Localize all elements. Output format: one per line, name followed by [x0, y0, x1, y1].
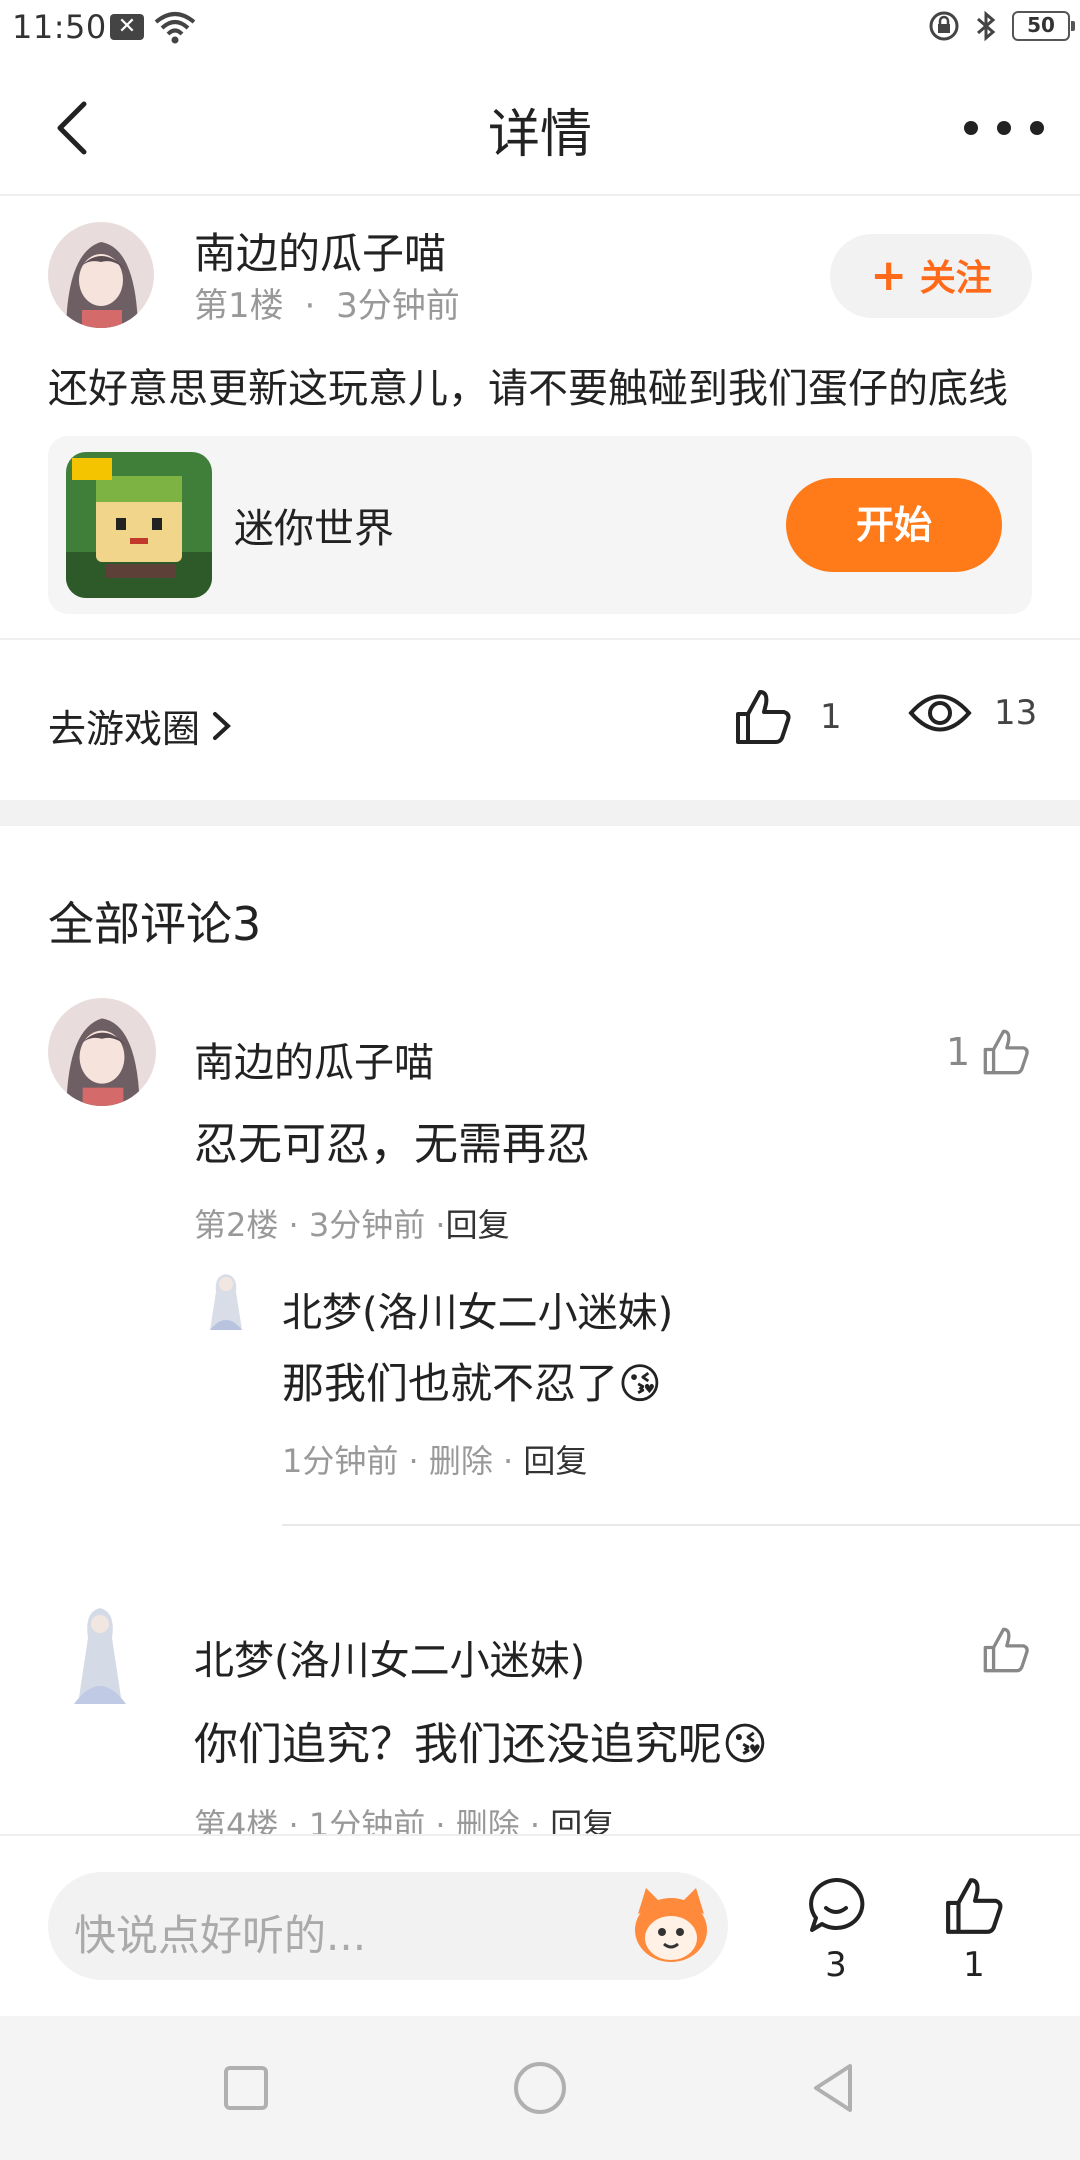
comments-section-title: 全部评论3: [48, 897, 262, 951]
reply-link[interactable]: 回复: [446, 1206, 510, 1244]
goto-game-circle-label: 去游戏圈: [48, 707, 201, 751]
like-button[interactable]: 1: [924, 1876, 1024, 1985]
comment-meta-text: 第2楼 · 3分钟前 ·: [194, 1206, 446, 1244]
comment-avatar[interactable]: [48, 998, 156, 1106]
meta-separator: ·: [304, 286, 316, 326]
page-title: 详情: [487, 105, 592, 165]
post-like-count: 1: [820, 697, 842, 737]
thumbs-up-icon: [736, 690, 791, 744]
comment-like-count: 1: [946, 1030, 971, 1074]
thumbs-up-icon: [983, 1627, 1029, 1673]
comment-input-placeholder: 快说点好听的...: [74, 1911, 367, 1960]
game-card[interactable]: 迷你世界 开始: [48, 436, 1032, 614]
post-time: 3分钟前: [336, 286, 460, 326]
game-name: 迷你世界: [234, 506, 394, 552]
comments-count: 3: [825, 1945, 847, 1985]
kiss-emoji-icon: 😘: [618, 1359, 662, 1408]
lock-rotation-icon: [929, 11, 959, 41]
back-nav-icon[interactable]: [802, 2056, 866, 2120]
follow-button[interactable]: + 关注: [830, 234, 1032, 318]
chevron-right-icon: [213, 711, 231, 740]
follow-label: 关注: [919, 258, 992, 299]
post-view-count-group: 13: [908, 688, 1037, 738]
bluetooth-icon: [977, 10, 996, 42]
post-author-name[interactable]: 南边的瓜子喵: [194, 220, 446, 281]
reply-author-name[interactable]: 北梦(洛川女二小迷妹): [282, 1280, 673, 1338]
comment-like-button[interactable]: 1: [946, 1028, 1030, 1076]
game-icon: [66, 452, 212, 598]
comment-meta: 第2楼 · 3分钟前 ·回复: [194, 1200, 510, 1246]
divider: [282, 1524, 1080, 1526]
header: 详情: [0, 56, 1080, 196]
post-author-avatar[interactable]: [48, 222, 154, 328]
home-icon[interactable]: [508, 2056, 572, 2120]
comment-author-name[interactable]: 北梦(洛川女二小迷妹): [194, 1628, 585, 1686]
comment-author-name[interactable]: 南边的瓜子喵: [194, 1030, 434, 1088]
comment-bar: 快说点好听的... 3 1: [0, 1834, 1080, 2016]
kiss-emoji-icon: 😘: [722, 1719, 768, 1770]
reply-link[interactable]: 回复: [523, 1442, 587, 1480]
more-options-icon[interactable]: [964, 106, 1044, 150]
game-start-button[interactable]: 开始: [786, 478, 1002, 572]
reply-text: 那我们也就不忍了😘: [282, 1350, 662, 1411]
goto-game-circle-link[interactable]: 去游戏圈: [48, 698, 234, 753]
post-like-button[interactable]: 1: [734, 688, 842, 746]
recent-apps-icon[interactable]: [214, 2056, 278, 2120]
plus-icon: +: [870, 250, 908, 301]
comment-text-content: 你们追究？我们还没追究呢: [194, 1719, 722, 1770]
reply-meta: 1分钟前 · 删除 · 回复: [282, 1436, 587, 1482]
post-floor: 第1楼: [194, 286, 284, 326]
comment-input[interactable]: 快说点好听的...: [48, 1872, 728, 1980]
system-nav-bar: [0, 2016, 1080, 2160]
comments-button[interactable]: 3: [786, 1876, 886, 1985]
reply-text-content: 那我们也就不忍了: [282, 1359, 619, 1408]
post-view-count: 13: [994, 693, 1038, 733]
mascot-emoji-icon[interactable]: [626, 1880, 716, 1970]
status-time: 11:50: [12, 8, 107, 46]
status-bar: 11:50 ✕ 50: [0, 0, 1080, 56]
post-body: 还好意思更新这玩意儿，请不要触碰到我们蛋仔的底线: [48, 366, 1008, 412]
comment-avatar[interactable]: [62, 1604, 138, 1708]
post-actions: 去游戏圈 1 13: [0, 640, 1080, 800]
post-meta: 第1楼 · 3分钟前: [194, 278, 460, 327]
like-count: 1: [963, 1945, 985, 1985]
reply-meta-text: 1分钟前 · 删除 ·: [282, 1442, 514, 1480]
section-gap: [0, 800, 1080, 826]
comment-bubble-icon: [809, 1877, 865, 1932]
comment-text: 忍无可忍，无需再忍: [194, 1119, 590, 1170]
wifi-icon: [154, 12, 196, 44]
notification-x-icon: ✕: [110, 14, 144, 40]
comment-like-button[interactable]: [982, 1626, 1030, 1674]
eye-icon: [908, 694, 972, 732]
comment-text: 你们追究？我们还没追究呢😘: [194, 1708, 768, 1772]
battery-indicator: 50: [1012, 11, 1075, 41]
thumbs-up-icon: [946, 1878, 1003, 1934]
reply-avatar[interactable]: [196, 1270, 256, 1334]
thumbs-up-icon: [983, 1029, 1029, 1075]
